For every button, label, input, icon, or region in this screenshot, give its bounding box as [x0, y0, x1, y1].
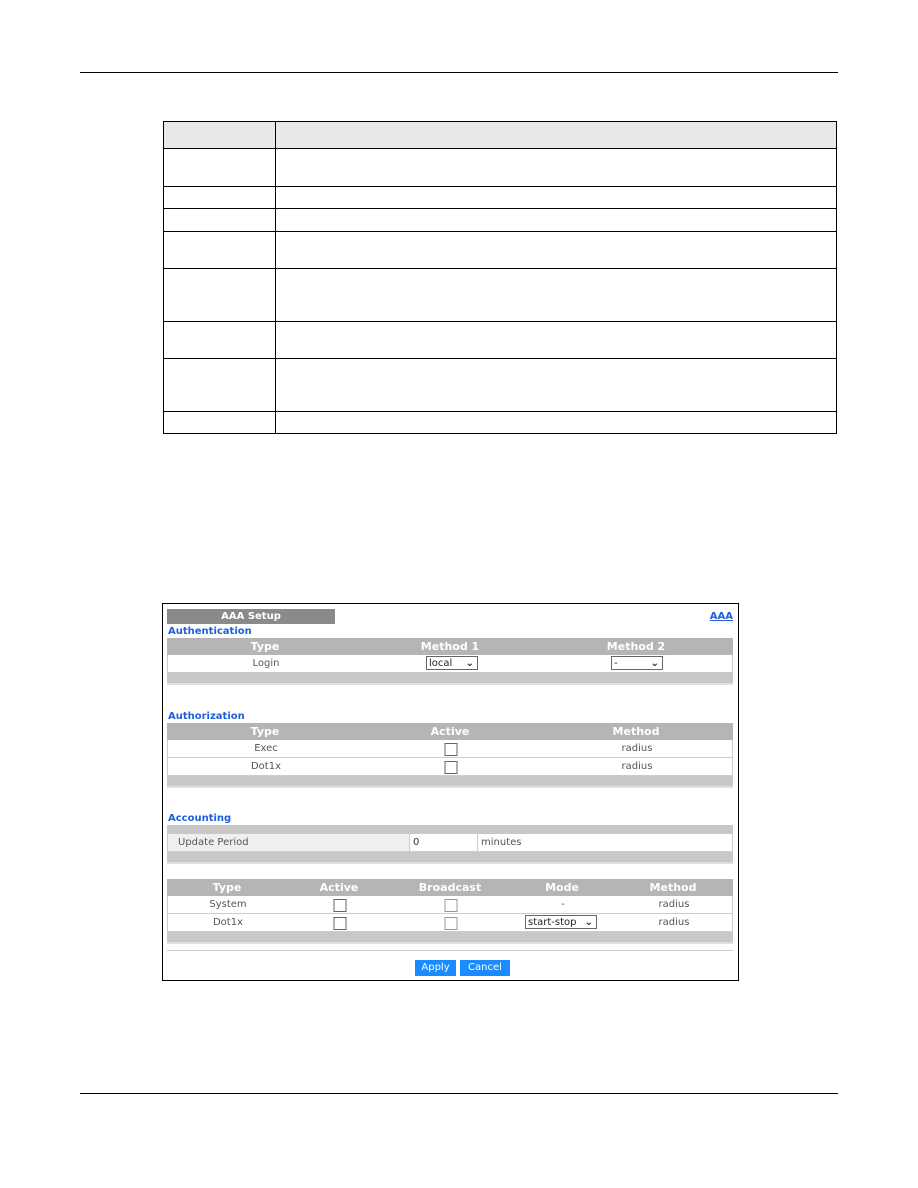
aaa-link[interactable]: AAA: [710, 611, 733, 622]
table-row: [163, 358, 837, 412]
table-row: [163, 268, 837, 322]
col-method2: Method 2: [606, 640, 666, 653]
authorization-header: Type Active Method: [167, 723, 733, 740]
chevron-down-icon: ⌄: [584, 917, 593, 928]
method-cell: radius: [658, 899, 690, 910]
manual-page: AAA Setup AAA Authentication Type Method…: [0, 0, 918, 1188]
col-method: Method: [649, 881, 697, 894]
table-footer-bar: [167, 932, 733, 944]
exec-row: Exec radius: [167, 740, 733, 758]
method1-select[interactable]: local ⌄: [426, 656, 478, 670]
active-checkbox[interactable]: [444, 743, 458, 756]
authorization-label: Authorization: [168, 711, 245, 722]
col-active: Active: [430, 725, 470, 738]
table-footer-bar: [167, 776, 733, 788]
cancel-button[interactable]: Cancel: [460, 960, 510, 976]
col-type: Type: [212, 881, 242, 894]
accounting-header: Type Active Broadcast Mode Method: [167, 879, 733, 896]
type-cell: Exec: [254, 743, 278, 754]
table-header-row: [163, 121, 837, 149]
active-checkbox[interactable]: [333, 917, 347, 930]
col-method: Method: [612, 725, 660, 738]
table-row: [163, 208, 837, 232]
type-cell: System: [209, 899, 247, 910]
mode-cell: -: [561, 899, 565, 910]
col-type: Type: [250, 640, 280, 653]
col-type: Type: [250, 725, 280, 738]
accounting-label: Accounting: [168, 813, 232, 824]
update-period-unit: minutes: [478, 834, 732, 851]
method2-select[interactable]: - ⌄: [611, 656, 663, 670]
type-cell: Dot1x: [250, 761, 282, 772]
active-checkbox[interactable]: [444, 761, 458, 774]
table-footer-bar: [167, 673, 733, 685]
type-cell: Login: [252, 658, 280, 669]
update-period-row: Update Period 0 minutes: [167, 834, 733, 852]
active-checkbox[interactable]: [333, 899, 347, 912]
method-cell: radius: [621, 761, 653, 772]
aaa-setup-screenshot: AAA Setup AAA Authentication Type Method…: [162, 603, 739, 981]
chevron-down-icon: ⌄: [650, 658, 659, 669]
broadcast-checkbox[interactable]: [444, 917, 458, 930]
broadcast-checkbox[interactable]: [444, 899, 458, 912]
mode-value: start-stop: [528, 917, 577, 928]
chevron-down-icon: ⌄: [465, 658, 474, 669]
dot1x-accounting-row: Dot1x start-stop ⌄ radius: [167, 914, 733, 932]
update-period-input[interactable]: 0: [409, 834, 478, 851]
type-cell: Dot1x: [212, 917, 244, 928]
aaa-setup-tab: AAA Setup: [167, 609, 335, 624]
table-header-bar: [167, 825, 733, 834]
method2-value: -: [614, 658, 618, 669]
system-row: System - radius: [167, 896, 733, 914]
header-rule: [80, 72, 838, 73]
dot1x-row: Dot1x radius: [167, 758, 733, 776]
footer-rule: [80, 1093, 838, 1094]
method-cell: radius: [621, 743, 653, 754]
description-table: [163, 121, 837, 434]
table-row: [163, 231, 837, 269]
table-row: [163, 148, 837, 187]
table-row: [163, 411, 837, 434]
table-row: [163, 321, 837, 359]
method-cell: radius: [658, 917, 690, 928]
col-mode: Mode: [545, 881, 579, 894]
method1-value: local: [429, 658, 453, 669]
authentication-label: Authentication: [168, 626, 252, 637]
login-row: Login local ⌄ - ⌄: [167, 655, 733, 673]
col-active: Active: [319, 881, 359, 894]
apply-button[interactable]: Apply: [415, 960, 456, 976]
table-row: [163, 186, 837, 209]
divider: [167, 950, 733, 951]
col-method1: Method 1: [420, 640, 480, 653]
table-footer-bar: [167, 852, 733, 864]
mode-select[interactable]: start-stop ⌄: [525, 915, 597, 929]
update-period-label: Update Period: [178, 837, 249, 848]
authentication-header: Type Method 1 Method 2: [167, 638, 733, 655]
col-broadcast: Broadcast: [418, 881, 482, 894]
